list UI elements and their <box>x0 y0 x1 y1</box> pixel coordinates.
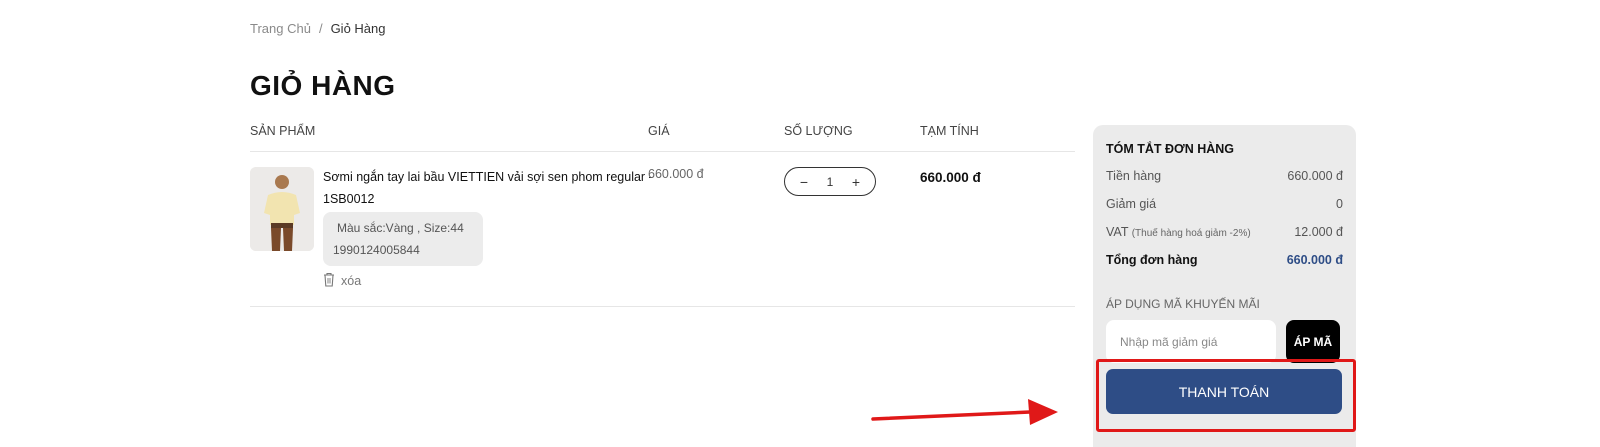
summary-total-label: Tổng đơn hàng <box>1106 253 1198 267</box>
summary-vat-value: 12.000 đ <box>1294 225 1343 239</box>
order-summary-panel: TÓM TẮT ĐƠN HÀNG Tiền hàng 660.000 đ Giả… <box>1093 125 1356 447</box>
summary-goods-label: Tiền hàng <box>1106 169 1162 183</box>
cart-item-row: Sơmi ngắn tay lai bầu VIETTIEN vải sợi s… <box>250 152 1075 307</box>
plus-icon[interactable]: + <box>849 174 863 190</box>
remove-item-button[interactable]: xóa <box>323 272 361 290</box>
promo-code-label: ÁP DỤNG MÃ KHUYẾN MÃI <box>1106 297 1260 311</box>
summary-row-goods: Tiền hàng 660.000 đ <box>1106 169 1343 183</box>
product-variant: Màu sắc:Vàng , Size:44 <box>337 221 464 235</box>
header-product: SẢN PHẨM <box>250 124 316 138</box>
summary-discount-label: Giảm giá <box>1106 197 1157 211</box>
product-sku: 1990124005844 <box>333 243 420 257</box>
quantity-value[interactable]: 1 <box>827 175 834 189</box>
summary-goods-value: 660.000 đ <box>1287 169 1343 183</box>
annotation-arrow-icon <box>871 399 1058 425</box>
cart-table: SẢN PHẨM GIÁ SỐ LƯỢNG TẠM TÍNH Sơmi ngắn… <box>250 122 1075 307</box>
product-name[interactable]: Sơmi ngắn tay lai bầu VIETTIEN vải sợi s… <box>323 166 653 210</box>
promo-code-input[interactable] <box>1106 320 1276 363</box>
cart-table-header: SẢN PHẨM GIÁ SỐ LƯỢNG TẠM TÍNH <box>250 122 1075 152</box>
summary-discount-value: 0 <box>1336 197 1343 211</box>
breadcrumb-current: Giỏ Hàng <box>330 21 386 36</box>
minus-icon[interactable]: − <box>797 174 811 190</box>
quantity-stepper: − 1 + <box>784 167 876 196</box>
summary-vat-label-group: VAT (Thuế hàng hoá giảm -2%) <box>1106 225 1251 239</box>
summary-total-value: 660.000 đ <box>1286 253 1343 267</box>
summary-title: TÓM TẮT ĐƠN HÀNG <box>1106 142 1235 156</box>
product-price: 660.000 đ <box>648 167 704 181</box>
summary-row-total: Tổng đơn hàng 660.000 đ <box>1106 253 1343 267</box>
header-quantity: SỐ LƯỢNG <box>784 124 853 138</box>
breadcrumb: Trang Chủ / Giỏ Hàng <box>250 21 385 36</box>
header-price: GIÁ <box>648 124 670 138</box>
apply-promo-button[interactable]: ÁP MÃ <box>1286 320 1340 363</box>
product-thumbnail[interactable] <box>250 167 314 251</box>
checkout-button[interactable]: THANH TOÁN <box>1106 369 1342 414</box>
header-subtotal: TẠM TÍNH <box>920 124 979 138</box>
remove-item-label: xóa <box>341 274 362 288</box>
breadcrumb-home-link[interactable]: Trang Chủ <box>250 21 311 36</box>
trash-icon <box>323 272 335 290</box>
summary-vat-label: VAT <box>1106 225 1129 239</box>
summary-row-vat: VAT (Thuế hàng hoá giảm -2%) 12.000 đ <box>1106 225 1343 239</box>
summary-row-discount: Giảm giá 0 <box>1106 197 1343 211</box>
summary-vat-note: (Thuế hàng hoá giảm -2%) <box>1131 228 1251 239</box>
breadcrumb-separator: / <box>318 21 323 36</box>
product-variant-info: Màu sắc:Vàng , Size:44 1990124005844 <box>323 212 483 266</box>
page-title: GIỎ HÀNG <box>250 70 396 101</box>
item-subtotal: 660.000 đ <box>920 170 981 185</box>
